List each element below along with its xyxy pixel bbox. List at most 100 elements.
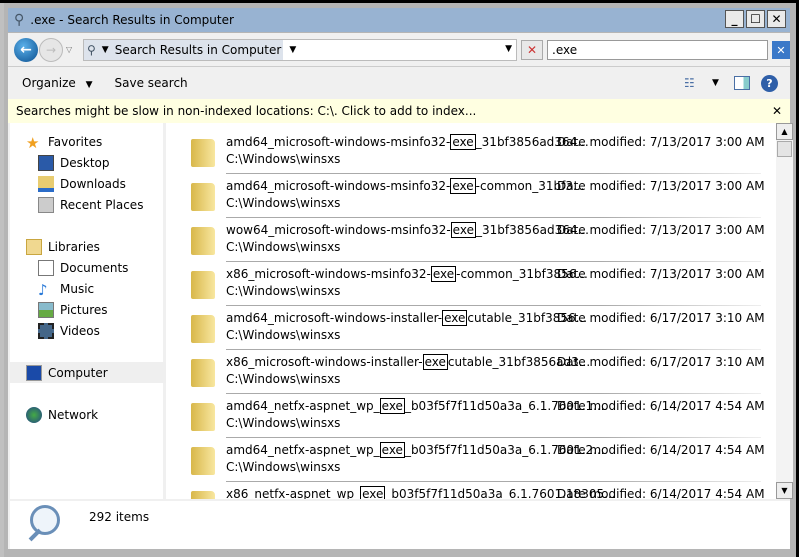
result-path: C:\Windows\winsxs (226, 284, 341, 298)
pictures-icon (38, 301, 54, 318)
result-date: Date modified: 6/14/2017 4:54 AM (557, 399, 765, 413)
chevron-down-icon[interactable]: ▼ (102, 45, 109, 55)
downloads-icon (38, 175, 54, 192)
libraries-icon (26, 238, 42, 255)
minimize-button[interactable]: _ (725, 10, 744, 28)
window-title: .exe - Search Results in Computer (30, 13, 234, 27)
result-row[interactable]: x86_microsoft-windows-msinfo32- exe -commo… (169, 261, 769, 305)
sidebar-item-favorites[interactable]: ★ Favorites (26, 131, 182, 152)
match-highlight: exe (430, 266, 457, 282)
result-row[interactable]: amd64_microsoft-windows-installer-exe cut… (169, 305, 769, 349)
search-input[interactable]: .exe (547, 40, 768, 60)
stop-search-button[interactable]: ✕ (521, 40, 543, 60)
search-icon-handle (28, 528, 42, 542)
folder-icon (191, 227, 215, 255)
row-divider (226, 481, 761, 482)
chevron-down-icon[interactable]: ▼ (712, 78, 719, 88)
result-path: C:\Windows\winsxs (226, 328, 341, 342)
index-info-bar[interactable]: Searches might be slow in non-indexed lo… (8, 99, 790, 123)
sidebar-label: Desktop (60, 155, 110, 170)
folder-icon (191, 315, 215, 343)
sidebar-label: Documents (60, 260, 129, 275)
row-divider (226, 393, 761, 394)
scroll-thumb[interactable] (777, 141, 792, 157)
result-name: wow64_microsoft-windows-msinfo32- exe _31b… (226, 222, 589, 238)
organize-button[interactable]: Organize ▼ (22, 76, 93, 90)
explorer-window: ⚲ .exe - Search Results in Computer _ ☐ … (0, 3, 796, 557)
chevron-down-icon: ▼ (85, 80, 93, 90)
result-row[interactable]: amd64_netfx-aspnet_wp_ exe _b03f5f7f11d50a… (169, 437, 769, 481)
address-location[interactable]: Search Results in Computer (115, 43, 282, 57)
scroll-up-button[interactable]: ▲ (776, 123, 793, 140)
result-name: amd64_microsoft-windows-msinfo32- exe _31b… (226, 134, 589, 150)
result-row[interactable]: amd64_netfx-aspnet_wp_ exe _b03f5f7f11d50a… (169, 393, 769, 437)
row-divider (226, 173, 761, 174)
save-search-button[interactable]: Save search (115, 76, 188, 90)
result-row[interactable]: amd64_microsoft-windows-msinfo32- exe -com… (169, 173, 769, 217)
recent-pages-dropdown[interactable]: ▽ (66, 45, 72, 54)
result-name: x86_microsoft-windows-msinfo32- exe -commo… (226, 266, 588, 282)
result-name: amd64_microsoft-windows-msinfo32- exe -com… (226, 178, 584, 194)
help-icon[interactable]: ? (761, 74, 778, 92)
name-prefix: amd64_microsoft-windows-msinfo32- (226, 179, 451, 193)
result-path: C:\Windows\winsxs (226, 372, 341, 386)
sidebar-item-computer[interactable]: Computer (10, 362, 166, 383)
sidebar-label: Network (48, 407, 99, 422)
result-row[interactable]: x86_microsoft-windows-installer-exe cutab… (169, 349, 769, 393)
clear-search-button[interactable]: ✕ (772, 41, 790, 59)
toolbar: Organize ▼ Save search ☷ ▼ ? (8, 68, 790, 98)
sidebar-label: Favorites (48, 134, 103, 149)
back-button[interactable]: ← (14, 38, 38, 62)
row-divider (226, 305, 761, 306)
folder-icon (191, 271, 215, 299)
result-path: C:\Windows\winsxs (226, 152, 341, 166)
result-date: Date modified: 7/13/2017 3:00 AM (557, 223, 765, 237)
match-highlight: exe (450, 134, 476, 150)
info-text: Searches might be slow in non-indexed lo… (16, 104, 477, 118)
maximize-button[interactable]: ☐ (746, 10, 765, 28)
name-prefix: x86_netfx-aspnet_wp_ (226, 487, 361, 499)
folder-icon (191, 491, 215, 499)
network-icon (26, 406, 42, 423)
music-icon: ♪ (38, 280, 48, 299)
documents-icon (38, 259, 54, 276)
chevron-down-icon[interactable]: ▼ (289, 45, 296, 55)
scroll-down-button[interactable]: ▼ (776, 482, 793, 499)
close-button[interactable]: ✕ (767, 10, 786, 28)
match-highlight: exe (360, 486, 386, 499)
row-divider (226, 261, 761, 262)
match-highlight: exe (450, 178, 476, 194)
row-divider (226, 349, 761, 350)
result-path: C:\Windows\winsxs (226, 240, 341, 254)
close-icon[interactable]: ✕ (772, 104, 782, 118)
name-prefix: amd64_microsoft-windows-installer- (226, 311, 443, 325)
folder-icon (191, 403, 215, 431)
result-row[interactable]: amd64_microsoft-windows-msinfo32- exe _31b… (169, 129, 769, 173)
status-bar: 292 items (10, 501, 790, 549)
match-highlight: exe (422, 354, 448, 370)
match-highlight: exe (442, 310, 468, 326)
sidebar-label: Pictures (60, 302, 108, 317)
preview-pane-icon[interactable] (734, 76, 750, 90)
desktop-icon (38, 154, 54, 171)
navigation-bar: ← → ▽ ⚲ ▼ Search Results in Computer ▼ ▼ ✕… (8, 33, 790, 67)
match-highlight: exe (450, 222, 476, 238)
item-count: 292 items (89, 510, 150, 524)
result-row[interactable]: wow64_microsoft-windows-msinfo32- exe _31b… (169, 217, 769, 261)
result-row[interactable]: x86_netfx-aspnet_wp_ exe _b03f5f7f11d50a3a… (169, 481, 769, 499)
organize-label: Organize (22, 76, 76, 90)
view-options-icon[interactable]: ☷ (684, 76, 695, 90)
sidebar-item-network[interactable]: Network (26, 404, 182, 425)
sidebar-item-libraries[interactable]: Libraries (26, 236, 182, 257)
folder-icon (191, 447, 215, 475)
address-dropdown[interactable]: ▼ (505, 44, 512, 54)
match-highlight: exe (379, 442, 405, 458)
search-icon (30, 505, 60, 535)
result-date: Date modified: 6/14/2017 4:54 AM (557, 443, 765, 457)
forward-button[interactable]: → (39, 38, 63, 62)
vertical-scrollbar[interactable]: ▲ ▼ (776, 123, 793, 499)
name-prefix: wow64_microsoft-windows-msinfo32- (226, 223, 451, 237)
address-bar[interactable]: ⚲ ▼ Search Results in Computer ▼ ▼ (83, 39, 517, 61)
result-date: Date modified: 7/13/2017 3:00 AM (557, 135, 765, 149)
videos-icon (38, 322, 54, 339)
